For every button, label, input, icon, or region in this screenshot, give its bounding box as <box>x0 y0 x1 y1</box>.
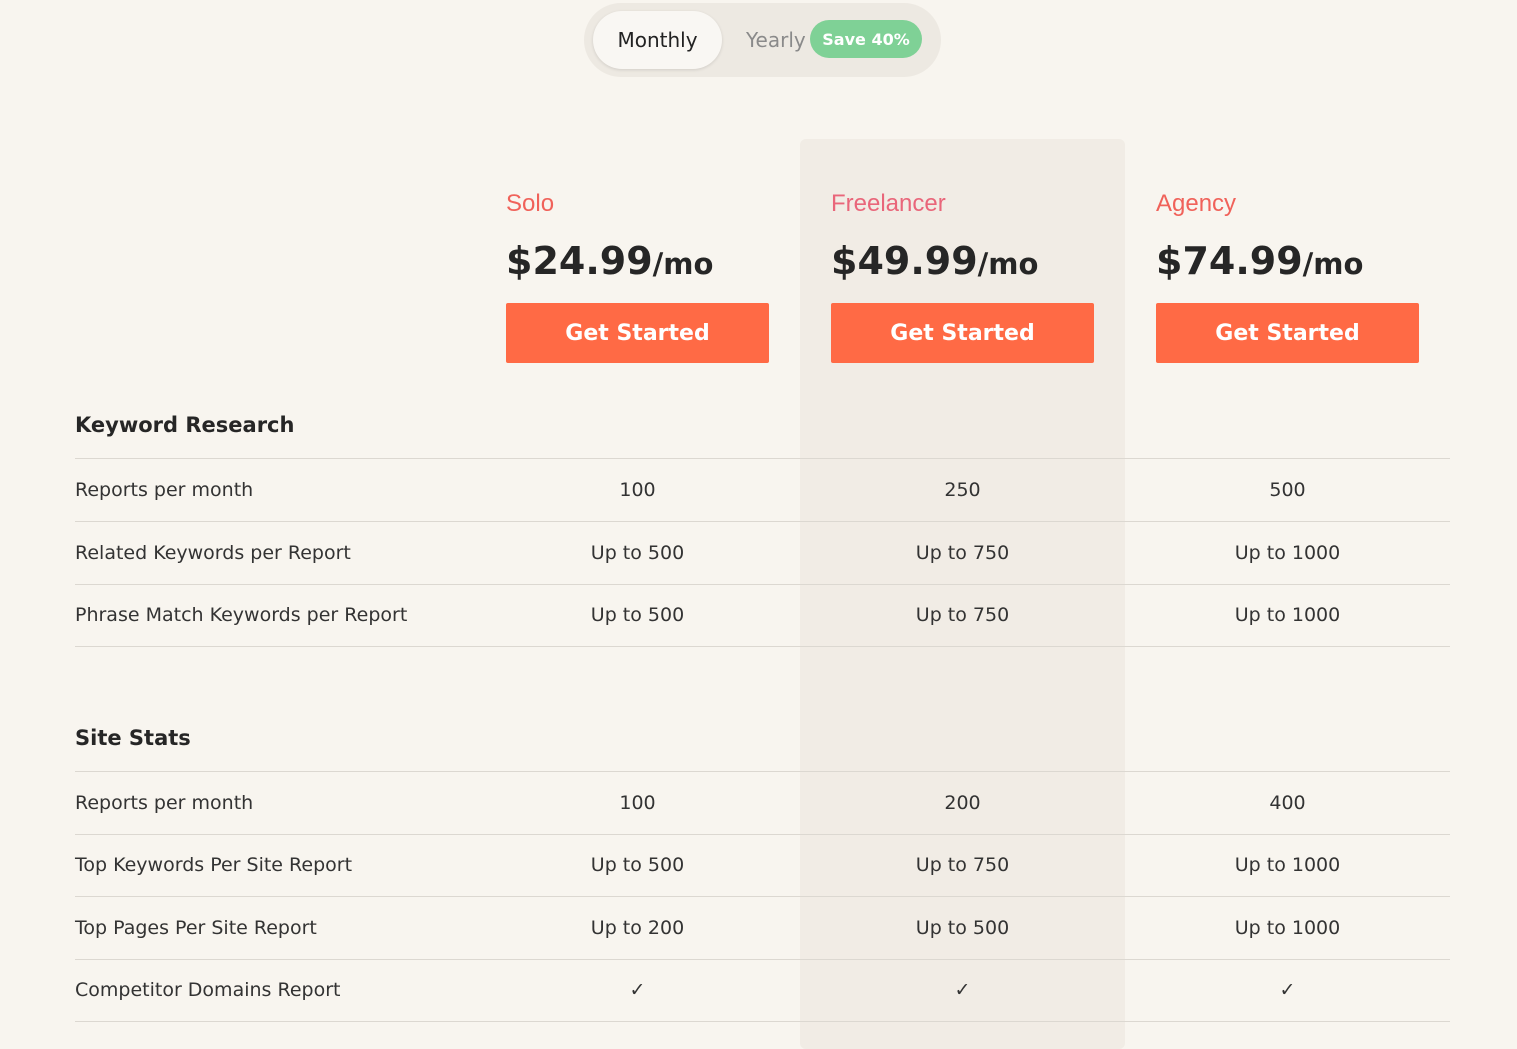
cell-agency: Up to 1000 <box>1234 917 1341 939</box>
get-started-button-freelancer[interactable]: Get Started <box>831 303 1094 363</box>
cell-freelancer: Up to 750 <box>915 542 1010 564</box>
plan-price: $49.99/mo <box>831 239 1131 286</box>
check-icon: ✓ <box>1279 979 1296 1001</box>
plan-price: $74.99/mo <box>1156 239 1456 286</box>
row-label: Reports per month <box>75 792 254 814</box>
cell-solo: 100 <box>619 479 656 501</box>
toggle-monthly[interactable]: Monthly <box>593 11 722 69</box>
row-label: Top Keywords Per Site Report <box>75 854 353 876</box>
row-label: Related Keywords per Report <box>75 542 351 564</box>
cell-freelancer: Up to 750 <box>915 854 1010 876</box>
cell-solo: Up to 200 <box>590 917 685 939</box>
row-label: Phrase Match Keywords per Report <box>75 604 408 626</box>
plan-price: $24.99/mo <box>506 239 806 286</box>
plan-name: Solo <box>506 190 555 217</box>
table-row: Related Keywords per Report Up to 500 Up… <box>75 522 1450 585</box>
cell-agency: Up to 1000 <box>1234 542 1341 564</box>
table-row: Top Pages Per Site Report Up to 200 Up t… <box>75 897 1450 960</box>
cell-agency: Up to 1000 <box>1234 854 1341 876</box>
price-amount: $74.99 <box>1156 239 1303 283</box>
price-period: /mo <box>1302 247 1364 281</box>
row-label: Reports per month <box>75 479 254 501</box>
cell-agency: Up to 1000 <box>1234 604 1341 626</box>
cell-agency: 400 <box>1269 792 1306 814</box>
plan-freelancer: Freelancer $49.99/mo Get Started <box>831 185 1131 363</box>
cell-freelancer: Up to 750 <box>915 604 1010 626</box>
save-badge: Save 40% <box>810 20 922 58</box>
plan-solo: Solo $24.99/mo Get Started <box>506 185 806 363</box>
cell-solo: Up to 500 <box>590 854 685 876</box>
price-period: /mo <box>652 247 714 281</box>
cell-agency: 500 <box>1269 479 1306 501</box>
cell-freelancer: 250 <box>944 479 981 501</box>
cell-solo: Up to 500 <box>590 542 685 564</box>
cell-solo: Up to 500 <box>590 604 685 626</box>
plan-name: Agency <box>1156 190 1237 217</box>
price-amount: $24.99 <box>506 239 653 283</box>
cell-freelancer: 200 <box>944 792 981 814</box>
table-row: Phrase Match Keywords per Report Up to 5… <box>75 584 1450 647</box>
get-started-button-agency[interactable]: Get Started <box>1156 303 1419 363</box>
plan-agency: Agency $74.99/mo Get Started <box>1156 185 1456 363</box>
section-title-site-stats: Site Stats <box>75 726 191 750</box>
billing-toggle: Monthly Yearly Save 40% <box>584 3 941 77</box>
price-amount: $49.99 <box>831 239 978 283</box>
plan-name: Freelancer <box>831 190 946 217</box>
table-row: Top Keywords Per Site Report Up to 500 U… <box>75 834 1450 897</box>
toggle-yearly[interactable]: Yearly <box>746 27 806 53</box>
row-label: Top Pages Per Site Report <box>75 917 317 939</box>
get-started-button-solo[interactable]: Get Started <box>506 303 769 363</box>
table-row: Competitor Domains Report ✓ ✓ ✓ <box>75 959 1450 1022</box>
section-title-keyword-research: Keyword Research <box>75 413 295 437</box>
table-row: Reports per month 100 200 400 <box>75 772 1450 835</box>
row-label: Competitor Domains Report <box>75 979 341 1001</box>
cell-solo: 100 <box>619 792 656 814</box>
cell-freelancer: Up to 500 <box>915 917 1010 939</box>
check-icon: ✓ <box>954 979 971 1001</box>
price-period: /mo <box>977 247 1039 281</box>
table-row: Reports per month 100 250 500 <box>75 459 1450 522</box>
check-icon: ✓ <box>629 979 646 1001</box>
